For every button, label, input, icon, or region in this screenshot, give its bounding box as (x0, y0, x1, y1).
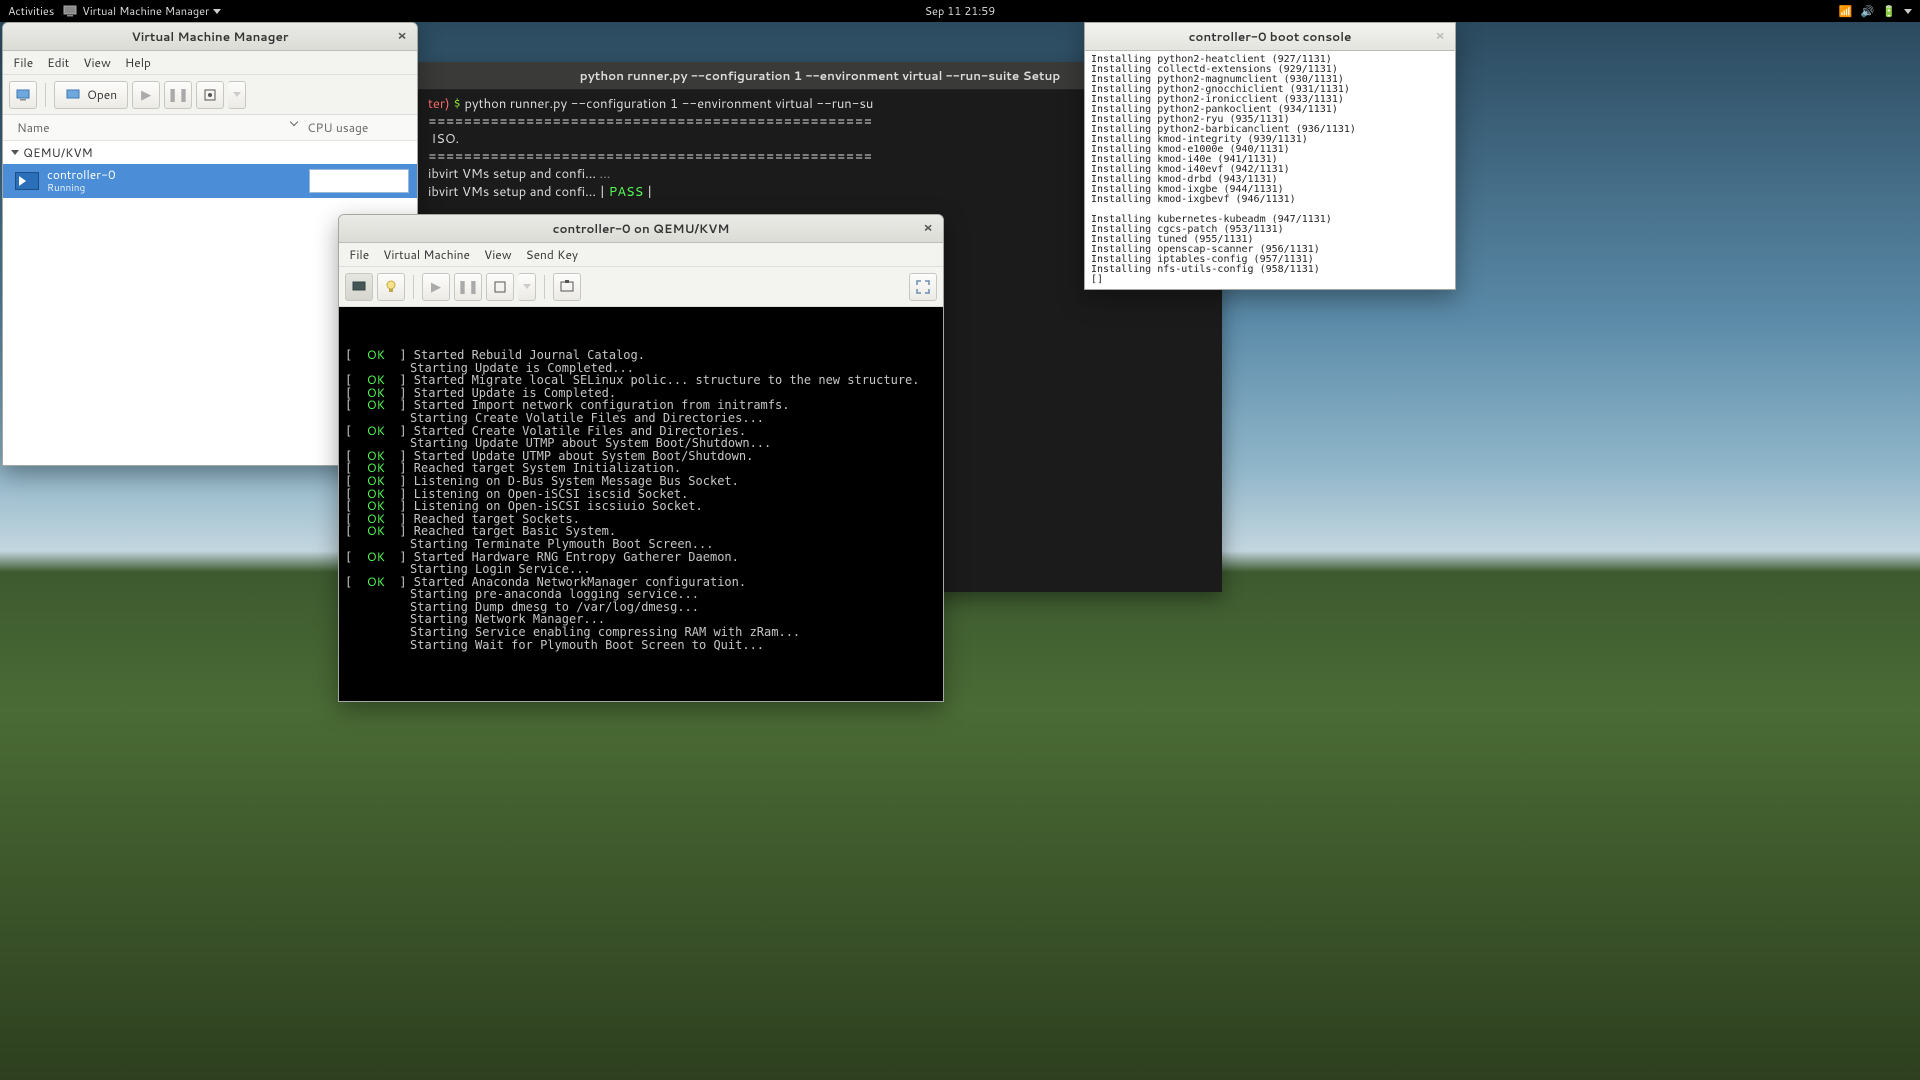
shutdown-menu-button[interactable] (228, 81, 246, 109)
sort-indicator-icon (290, 118, 298, 126)
details-view-button[interactable] (377, 273, 405, 301)
menu-help[interactable]: Help (125, 54, 151, 71)
open-button[interactable]: Open (54, 81, 128, 109)
console-icon (351, 279, 367, 295)
menu-send-key[interactable]: Send Key (526, 246, 579, 263)
menu-file[interactable]: File (13, 54, 33, 71)
chevron-down-icon (213, 9, 221, 14)
vm-console-output[interactable]: [ OK ] Started Rebuild Journal Catalog. … (339, 307, 943, 701)
pause-button[interactable]: ❚❚ (164, 81, 192, 109)
vmm-menubar: File Edit View Help (3, 51, 417, 75)
vmm-toolbar: Open ▶ ❚❚ (3, 75, 417, 115)
vm-console-menubar: File Virtual Machine View Send Key (339, 243, 943, 267)
run-button[interactable]: ▶ (422, 273, 450, 301)
menu-view[interactable]: View (484, 246, 512, 263)
menu-virtual-machine[interactable]: Virtual Machine (383, 246, 470, 263)
close-button[interactable]: × (919, 219, 937, 237)
pause-button[interactable]: ❚❚ (454, 273, 482, 301)
monitor-open-icon (65, 87, 81, 103)
battery-icon[interactable]: 🔋 (1882, 3, 1896, 19)
col-cpu[interactable]: CPU usage (307, 119, 368, 136)
monitor-icon (15, 87, 31, 103)
shutdown-menu-button[interactable] (518, 273, 536, 301)
gnome-topbar: Activities Virtual Machine Manager Sep 1… (0, 0, 1920, 22)
boot-console-titlebar[interactable]: controller-0 boot console × (1085, 23, 1455, 51)
vmm-icon (62, 3, 78, 19)
volume-icon[interactable]: 🔊 (1861, 3, 1875, 19)
shutdown-button[interactable] (196, 81, 224, 109)
menu-file[interactable]: File (349, 246, 369, 263)
app-menu[interactable]: Virtual Machine Manager (62, 3, 221, 19)
boot-console-output[interactable]: Installing python2-heatclient (927/1131)… (1085, 51, 1455, 289)
vm-console-window[interactable]: controller-0 on QEMU/KVM × File Virtual … (338, 214, 944, 702)
network-icon[interactable]: 📶 (1839, 3, 1853, 19)
chevron-down-icon (233, 92, 241, 97)
fullscreen-button[interactable] (909, 273, 937, 301)
close-button[interactable]: × (393, 27, 411, 45)
fullscreen-icon (915, 279, 931, 295)
vm-row-controller-0[interactable]: controller-0 Running (3, 164, 417, 198)
vm-cpu-graph (309, 169, 409, 193)
menu-edit[interactable]: Edit (47, 54, 69, 71)
power-icon (492, 279, 508, 295)
vm-console-toolbar: ▶ ❚❚ (339, 267, 943, 307)
snapshot-icon (559, 279, 575, 295)
console-view-button[interactable] (345, 273, 373, 301)
window-title: Virtual Machine Manager (132, 28, 289, 45)
topbar-clock[interactable]: Sep 11 21:59 (925, 3, 996, 19)
run-button[interactable]: ▶ (132, 81, 160, 109)
boot-console-window[interactable]: controller-0 boot console × Installing p… (1084, 22, 1456, 290)
system-menu-dropdown[interactable] (1904, 9, 1912, 14)
vm-console-titlebar[interactable]: controller-0 on QEMU/KVM × (339, 215, 943, 243)
terminal-title: python runner.py --configuration 1 --env… (580, 67, 1060, 84)
shutdown-button[interactable] (486, 273, 514, 301)
col-name[interactable]: Name (17, 119, 50, 136)
chevron-down-icon (523, 284, 531, 289)
window-title: controller-0 on QEMU/KVM (553, 220, 730, 237)
vmm-columns: Name CPU usage (3, 115, 417, 141)
vmm-titlebar[interactable]: Virtual Machine Manager × (3, 23, 417, 51)
close-button[interactable]: × (1431, 27, 1449, 45)
menu-view[interactable]: View (83, 54, 111, 71)
lightbulb-icon (383, 279, 399, 295)
expand-icon (11, 150, 19, 155)
snapshot-button[interactable] (553, 273, 581, 301)
vm-running-icon (15, 172, 39, 190)
vm-name: controller-0 (47, 168, 301, 182)
activities-button[interactable]: Activities (8, 3, 54, 19)
window-title: controller-0 boot console (1189, 28, 1352, 45)
power-icon (202, 87, 218, 103)
new-vm-button[interactable] (9, 81, 37, 109)
vm-state: Running (47, 182, 301, 194)
connection-row[interactable]: QEMU/KVM (3, 141, 417, 164)
